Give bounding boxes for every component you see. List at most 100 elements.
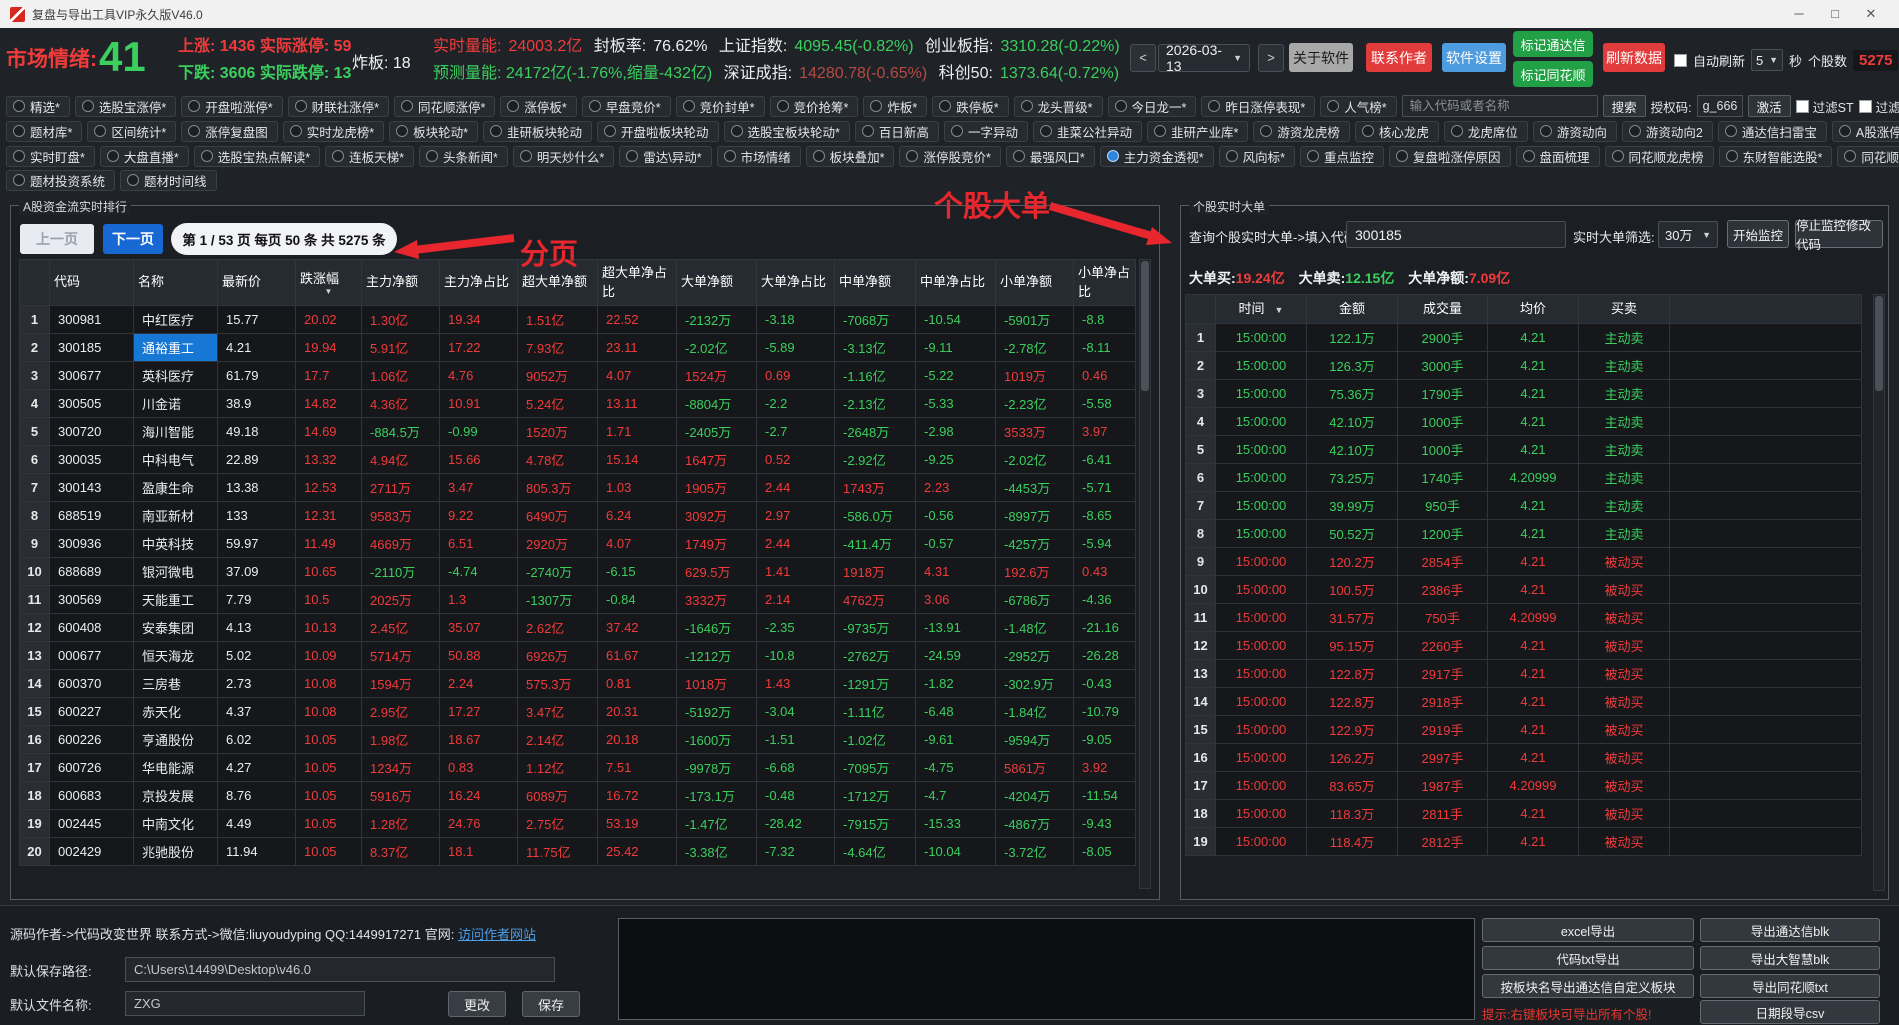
table-cell[interactable]: 6089万	[517, 781, 598, 810]
table-cell[interactable]	[1669, 407, 1862, 436]
table-cell[interactable]: 688689	[49, 557, 134, 586]
table-cell[interactable]: 3.47	[439, 473, 518, 502]
table-cell[interactable]: -1.82	[915, 669, 996, 698]
table-cell[interactable]	[1669, 547, 1862, 576]
menu-tab[interactable]: 韭研板块轮动	[483, 120, 593, 142]
table-cell[interactable]: -8.8	[1073, 305, 1136, 334]
table-cell[interactable]: -4.75	[915, 753, 996, 782]
table-cell[interactable]: 300505	[49, 389, 134, 418]
table-cell[interactable]: -2.78亿	[995, 333, 1074, 362]
table-cell[interactable]: 2.95亿	[361, 697, 440, 726]
table-cell[interactable]: 4.20999	[1487, 463, 1579, 492]
table-cell[interactable]: 4.21	[1487, 407, 1579, 436]
table-cell[interactable]: 15:00:00	[1215, 379, 1307, 408]
table-cell[interactable]: 主动卖	[1578, 519, 1670, 548]
about-button[interactable]: 关于软件	[1289, 43, 1353, 72]
table-cell[interactable]: 1.03	[597, 473, 677, 502]
column-header[interactable]: 均价	[1487, 294, 1579, 324]
column-header[interactable]: 中单净额	[834, 259, 916, 306]
table-cell[interactable]: 2.75亿	[517, 809, 598, 838]
table-cell[interactable]: 35.07	[439, 613, 518, 642]
table-cell[interactable]: 天能重工	[133, 585, 218, 614]
table-cell[interactable]: 16.72	[597, 781, 677, 810]
table-cell[interactable]: 4.21	[217, 333, 296, 362]
table-cell[interactable]: 61.67	[597, 641, 677, 670]
table-cell[interactable]: 安泰集团	[133, 613, 218, 642]
big-order-row[interactable]: 10 15:00:00 100.5万 2386手 4.21 被动买	[1185, 575, 1862, 604]
table-cell[interactable]: 10.09	[295, 641, 362, 670]
table-cell[interactable]: -28.42	[756, 809, 835, 838]
menu-tab[interactable]: 题材时间线	[120, 169, 217, 191]
table-cell[interactable]: 2.24	[439, 669, 518, 698]
table-cell[interactable]: 37.09	[217, 557, 296, 586]
table-cell[interactable]: 950手	[1397, 491, 1488, 520]
table-cell[interactable]: -302.9万	[995, 669, 1074, 698]
table-cell[interactable]: 25.42	[597, 837, 677, 866]
table-cell[interactable]: 4.13	[217, 613, 296, 642]
table-cell[interactable]: 6.51	[439, 529, 518, 558]
menu-tab[interactable]: 实时龙虎榜*	[282, 120, 385, 142]
export-excel-button[interactable]: excel导出	[1482, 918, 1694, 942]
table-cell[interactable]: -5.33	[915, 389, 996, 418]
column-header[interactable]: 跌涨幅 ▼	[295, 259, 362, 306]
table-cell[interactable]: 被动买	[1578, 547, 1670, 576]
table-cell[interactable]: 15:00:00	[1215, 547, 1307, 576]
table-cell[interactable]: -2952万	[995, 641, 1074, 670]
table-cell[interactable]: 2711万	[361, 473, 440, 502]
table-cell[interactable]: -2132万	[676, 305, 757, 334]
table-cell[interactable]: 12.53	[295, 473, 362, 502]
table-cell[interactable]: 300185	[49, 333, 134, 362]
table-cell[interactable]: 3.47亿	[517, 697, 598, 726]
table-cell[interactable]: -2110万	[361, 557, 440, 586]
table-cell[interactable]: 2812手	[1397, 827, 1488, 856]
save-button[interactable]: 保存	[522, 991, 580, 1017]
table-cell[interactable]: -10.04	[915, 837, 996, 866]
right-table-scrollbar[interactable]	[1873, 294, 1885, 891]
column-header[interactable]: 最新价	[217, 259, 296, 306]
table-cell[interactable]: 15:00:00	[1215, 715, 1307, 744]
table-row[interactable]: 2 300185 通裕重工 4.21 19.94 5.91亿 17.22 7.93亿 23.11…	[19, 333, 1136, 362]
table-cell[interactable]	[1669, 323, 1862, 352]
left-table-scrollbar[interactable]	[1139, 259, 1151, 889]
table-cell[interactable]: 0.43	[1073, 557, 1136, 586]
table-cell[interactable]: 300981	[49, 305, 134, 334]
table-cell[interactable]: 1.43	[756, 669, 835, 698]
table-cell[interactable]: -5901万	[995, 305, 1074, 334]
table-cell[interactable]: 1.51亿	[517, 305, 598, 334]
table-cell[interactable]: -3.13亿	[834, 333, 916, 362]
table-cell[interactable]: 42.10万	[1306, 435, 1398, 464]
table-cell[interactable]: -26.28	[1073, 641, 1136, 670]
settings-button[interactable]: 软件设置	[1442, 43, 1506, 72]
table-cell[interactable]: 兆驰股份	[133, 837, 218, 866]
menu-tab[interactable]: 选股宝热点解读*	[193, 145, 321, 167]
table-cell[interactable]: 20.18	[597, 725, 677, 754]
table-cell[interactable]: 10.13	[295, 613, 362, 642]
table-cell[interactable]: 2.97	[756, 501, 835, 530]
column-header[interactable]: 小单净额	[995, 259, 1074, 306]
table-cell[interactable]: 1647万	[676, 445, 757, 474]
table-cell[interactable]: -4.74	[439, 557, 518, 586]
filter-checkbox[interactable]: 过滤ST	[1795, 97, 1854, 116]
table-cell[interactable]: 中英科技	[133, 529, 218, 558]
menu-tab[interactable]: 选股宝涨停*	[74, 95, 177, 117]
table-cell[interactable]: 3000手	[1397, 351, 1488, 380]
table-row[interactable]: 4 300505 川金诺 38.9 14.82 4.36亿 10.91 5.24亿 13.11-…	[19, 389, 1136, 418]
table-cell[interactable]: -13.91	[915, 613, 996, 642]
table-cell[interactable]: 9052万	[517, 361, 598, 390]
table-cell[interactable]: 42.10万	[1306, 407, 1398, 436]
menu-tab[interactable]: 竞价封单*	[675, 95, 765, 117]
table-cell[interactable]: 南亚新材	[133, 501, 218, 530]
table-cell[interactable]: 4.21	[1487, 659, 1579, 688]
table-cell[interactable]: 15:00:00	[1215, 771, 1307, 800]
table-cell[interactable]: 1019万	[995, 361, 1074, 390]
menu-tab[interactable]: 题材库*	[6, 120, 83, 142]
export-code-txt-button[interactable]: 代码txt导出	[1482, 946, 1694, 970]
table-cell[interactable]: 3.97	[1073, 417, 1136, 446]
table-cell[interactable]: -1291万	[834, 669, 916, 698]
table-cell[interactable]	[1669, 435, 1862, 464]
big-order-row[interactable]: 8 15:00:00 50.52万 1200手 4.21 主动卖	[1185, 519, 1862, 548]
table-row[interactable]: 7 300143 盈康生命 13.38 12.53 2711万 3.47 805.3万 1.03…	[19, 473, 1136, 502]
menu-tab[interactable]: 财联社涨停*	[287, 95, 389, 117]
table-cell[interactable]: 20.02	[295, 305, 362, 334]
table-cell[interactable]: -1.51	[756, 725, 835, 754]
